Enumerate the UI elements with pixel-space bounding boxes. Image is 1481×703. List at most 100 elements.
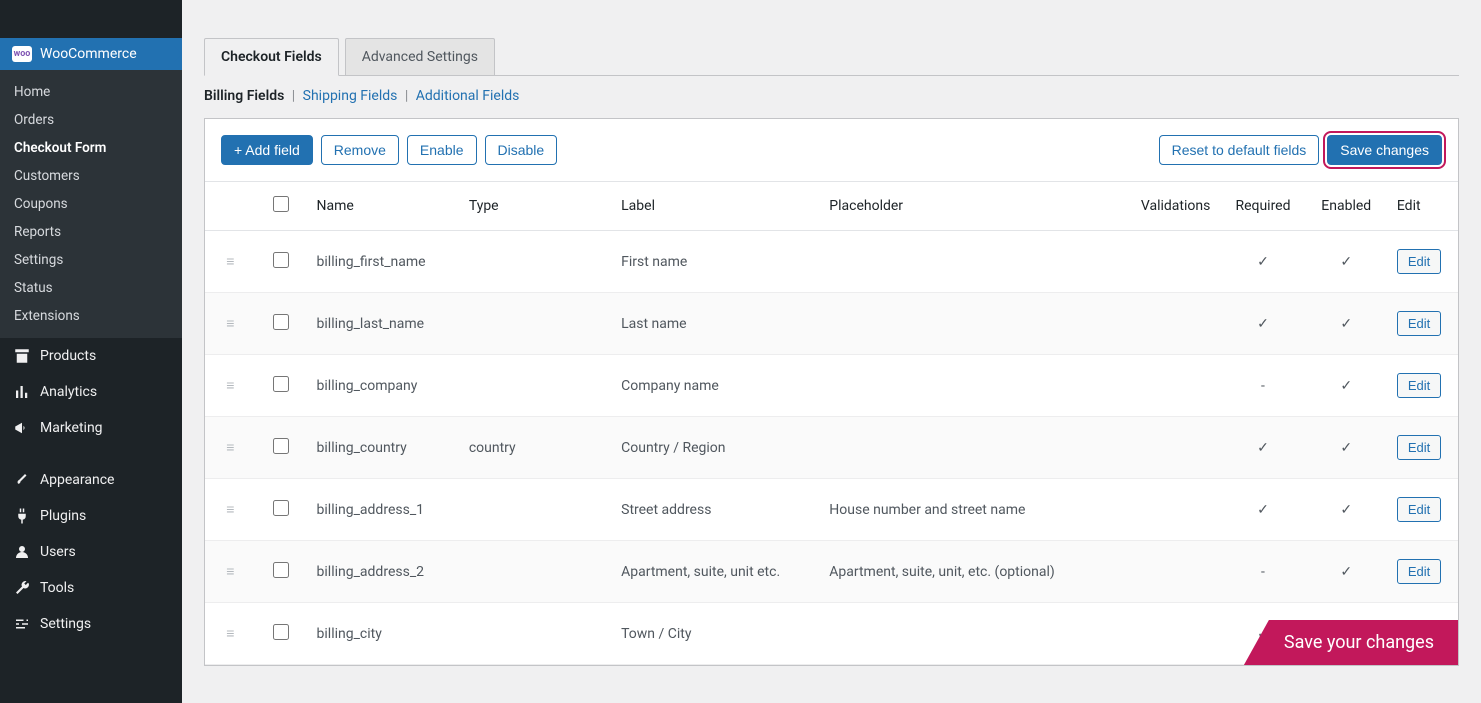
subtabs: Billing Fields | Shipping Fields | Addit…: [204, 76, 1459, 118]
drag-handle-icon[interactable]: ≡: [226, 316, 234, 332]
drag-handle-icon[interactable]: ≡: [226, 378, 234, 394]
cell-type: [459, 231, 611, 293]
sidebar-item-marketing[interactable]: Marketing: [0, 410, 182, 446]
cell-label: First name: [611, 231, 819, 293]
cell-enabled: ✓: [1306, 355, 1387, 417]
cell-label: Company name: [611, 355, 819, 417]
disable-button[interactable]: Disable: [485, 135, 558, 165]
sidebar-item-settings[interactable]: Settings: [0, 606, 182, 642]
table-body: ≡billing_first_nameFirst name✓✓Edit≡bill…: [205, 231, 1458, 665]
chart-icon: [13, 383, 31, 401]
cell-required: -: [1220, 355, 1305, 417]
row-checkbox[interactable]: [273, 376, 289, 392]
sliders-icon: [13, 615, 31, 633]
cell-validations: [1099, 417, 1221, 479]
cell-label: Town / City: [611, 603, 819, 665]
save-changes-button[interactable]: Save changes: [1327, 135, 1442, 165]
sidebar-submenu: HomeOrdersCheckout FormCustomersCouponsR…: [0, 70, 182, 338]
row-checkbox[interactable]: [273, 500, 289, 516]
cell-enabled: ✓: [1306, 541, 1387, 603]
remove-button[interactable]: Remove: [321, 135, 399, 165]
user-icon: [13, 543, 31, 561]
sidebar-item-label: Plugins: [40, 508, 86, 524]
th-label: Label: [611, 182, 819, 231]
table-row: ≡billing_first_nameFirst name✓✓Edit: [205, 231, 1458, 293]
sidebar-item-analytics[interactable]: Analytics: [0, 374, 182, 410]
enable-button[interactable]: Enable: [407, 135, 477, 165]
th-edit: Edit: [1387, 182, 1458, 231]
tab-checkout-fields[interactable]: Checkout Fields: [204, 38, 339, 76]
cell-type: [459, 355, 611, 417]
sidebar-subitem[interactable]: Coupons: [0, 190, 182, 218]
save-changes-banner: Save your changes: [1244, 620, 1458, 665]
edit-button[interactable]: Edit: [1397, 311, 1441, 336]
sidebar-subitem[interactable]: Settings: [0, 246, 182, 274]
cell-placeholder: [819, 231, 1098, 293]
drag-handle-icon[interactable]: ≡: [226, 502, 234, 518]
row-checkbox[interactable]: [273, 562, 289, 578]
th-type: Type: [459, 182, 611, 231]
cell-type: [459, 479, 611, 541]
sidebar-item-woocommerce[interactable]: woo WooCommerce: [0, 38, 182, 70]
cell-placeholder: [819, 355, 1098, 417]
sidebar-item-appearance[interactable]: Appearance: [0, 462, 182, 498]
select-all-checkbox[interactable]: [273, 196, 289, 212]
edit-button[interactable]: Edit: [1397, 249, 1441, 274]
edit-button[interactable]: Edit: [1397, 559, 1441, 584]
cell-placeholder: Apartment, suite, unit, etc. (optional): [819, 541, 1098, 603]
sidebar-item-plugins[interactable]: Plugins: [0, 498, 182, 534]
edit-button[interactable]: Edit: [1397, 435, 1441, 460]
cell-type: [459, 541, 611, 603]
archive-icon: [12, 346, 32, 366]
edit-button[interactable]: Edit: [1397, 497, 1441, 522]
row-checkbox[interactable]: [273, 438, 289, 454]
th-validations: Validations: [1099, 182, 1221, 231]
sidebar-subitem[interactable]: Status: [0, 274, 182, 302]
tab-advanced-settings[interactable]: Advanced Settings: [345, 38, 495, 75]
cell-required: ✓: [1220, 417, 1305, 479]
cell-label: Country / Region: [611, 417, 819, 479]
sidebar-item-tools[interactable]: Tools: [0, 570, 182, 606]
row-checkbox[interactable]: [273, 252, 289, 268]
cell-placeholder: House number and street name: [819, 479, 1098, 541]
sidebar-subitem[interactable]: Checkout Form: [0, 134, 182, 162]
subtab-billing-fields[interactable]: Billing Fields: [204, 88, 284, 104]
table-row: ≡billing_countrycountryCountry / Region✓…: [205, 417, 1458, 479]
megaphone-icon: [13, 419, 31, 437]
row-checkbox[interactable]: [273, 624, 289, 640]
sidebar-subitem[interactable]: Reports: [0, 218, 182, 246]
cell-placeholder: [819, 603, 1098, 665]
sidebar-subitem[interactable]: Customers: [0, 162, 182, 190]
tabs: Checkout FieldsAdvanced Settings: [204, 38, 1459, 76]
cell-name: billing_company: [307, 355, 459, 417]
row-checkbox[interactable]: [273, 314, 289, 330]
sidebar-main-items: ProductsAnalyticsMarketing Appearance Plug…: [0, 338, 182, 642]
table-row: ≡billing_address_1Street addressHouse nu…: [205, 479, 1458, 541]
table-row: ≡billing_last_nameLast name✓✓Edit: [205, 293, 1458, 355]
wrench-icon: [13, 579, 31, 597]
drag-handle-icon[interactable]: ≡: [226, 564, 234, 580]
cell-placeholder: [819, 293, 1098, 355]
drag-handle-icon[interactable]: ≡: [226, 626, 234, 642]
reset-defaults-button[interactable]: Reset to default fields: [1159, 135, 1320, 165]
main-content: Checkout FieldsAdvanced Settings Billing…: [182, 38, 1481, 703]
sidebar-subitem[interactable]: Orders: [0, 106, 182, 134]
cell-label: Apartment, suite, unit etc.: [611, 541, 819, 603]
add-field-button[interactable]: + Add field: [221, 135, 313, 165]
cell-enabled: ✓: [1306, 479, 1387, 541]
cell-name: billing_city: [307, 603, 459, 665]
cell-validations: [1099, 603, 1221, 665]
sidebar-item-products[interactable]: Products: [0, 338, 182, 374]
sidebar-subitem[interactable]: Extensions: [0, 302, 182, 330]
subtab-additional-fields[interactable]: Additional Fields: [416, 88, 520, 104]
drag-handle-icon[interactable]: ≡: [226, 440, 234, 456]
cell-validations: [1099, 293, 1221, 355]
cell-validations: [1099, 231, 1221, 293]
subtab-shipping-fields[interactable]: Shipping Fields: [303, 88, 398, 104]
edit-button[interactable]: Edit: [1397, 373, 1441, 398]
cell-name: billing_address_1: [307, 479, 459, 541]
drag-handle-icon[interactable]: ≡: [226, 254, 234, 270]
sidebar-item-users[interactable]: Users: [0, 534, 182, 570]
sidebar-subitem[interactable]: Home: [0, 78, 182, 106]
fields-table: Name Type Label Placeholder Validations …: [205, 182, 1458, 665]
